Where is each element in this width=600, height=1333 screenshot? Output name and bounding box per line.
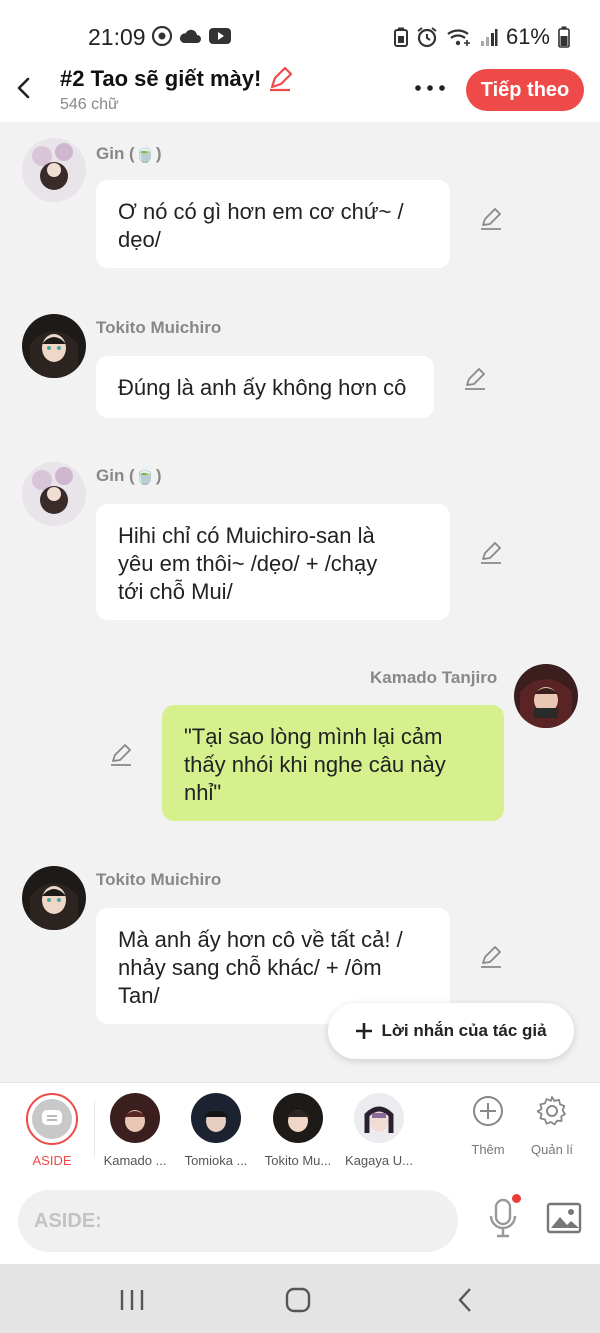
character-label: Kagaya U...: [345, 1153, 413, 1168]
sender-name: Gin (🍵): [96, 144, 162, 163]
next-button[interactable]: Tiếp theo: [466, 69, 584, 111]
avatar[interactable]: [22, 866, 86, 930]
more-options-icon[interactable]: [412, 76, 448, 100]
battery-icon: [558, 26, 570, 48]
character-tokito[interactable]: Tokito Mu...: [261, 1093, 335, 1168]
battery-saver-icon: [393, 27, 408, 47]
status-time: 21:09: [88, 24, 146, 50]
message-bubble[interactable]: Hihi chỉ có Muichiro-san là yêu em thôi~…: [96, 504, 450, 620]
avatar[interactable]: [22, 462, 86, 526]
edit-title-icon[interactable]: [267, 66, 293, 92]
youtube-icon: [208, 27, 232, 45]
avatar: [110, 1093, 160, 1143]
sender-name: Tokito Muichiro: [96, 870, 222, 889]
add-character-button[interactable]: Thêm: [456, 1095, 520, 1157]
character-label: Kamado ...: [103, 1153, 167, 1168]
gear-icon: [536, 1095, 568, 1127]
page-title: #2 Tao sẽ giết mày!: [60, 66, 262, 91]
manage-button[interactable]: Quản lí: [520, 1095, 584, 1157]
avatar: [191, 1093, 241, 1143]
avatar: [273, 1093, 323, 1143]
edit-message-icon[interactable]: [478, 206, 504, 232]
chat-bubble-icon: [41, 1109, 63, 1129]
system-nav-bar: [0, 1264, 600, 1333]
back-arrow-icon[interactable]: [12, 74, 36, 102]
message-bubble[interactable]: Đúng là anh ấy không hơn cô: [96, 356, 434, 418]
home-icon[interactable]: [284, 1286, 312, 1314]
microphone-icon[interactable]: [488, 1198, 518, 1238]
recording-dot: [512, 1194, 521, 1203]
author-note-button[interactable]: Lời nhắn của tác giả: [328, 1003, 574, 1059]
sender-name: Tokito Muichiro: [96, 318, 222, 337]
divider: [94, 1101, 95, 1157]
chapter-header: #2 Tao sẽ giết mày! 546 chữ Tiếp theo: [0, 62, 600, 122]
author-note-label: Lời nhắn của tác giả: [381, 1021, 547, 1040]
recent-apps-icon[interactable]: [118, 1286, 146, 1314]
aside-label: ASIDE: [32, 1153, 72, 1168]
edit-message-icon[interactable]: [462, 366, 488, 392]
character-tomioka[interactable]: Tomioka ...: [179, 1093, 253, 1168]
aside-button[interactable]: [26, 1093, 78, 1145]
word-count: 546 chữ: [60, 96, 119, 113]
wifi-icon: [446, 27, 472, 47]
cloud-icon: [178, 27, 202, 45]
avatar: [354, 1093, 404, 1143]
edit-message-icon[interactable]: [478, 944, 504, 970]
avatar[interactable]: [514, 664, 578, 728]
status-right-icons: 61%: [393, 24, 570, 50]
plus-icon: [355, 1022, 373, 1040]
chapter-title-row[interactable]: #2 Tao sẽ giết mày!: [60, 66, 293, 92]
avatar[interactable]: [22, 138, 86, 202]
character-label: Tomioka ...: [184, 1153, 248, 1168]
message-bubble[interactable]: "Tại sao lòng mình lại cảm thấy nhói khi…: [162, 705, 504, 821]
character-bar: ASIDE Kamado ... Tomioka ... Tokito Mu..…: [0, 1082, 600, 1178]
chat-area: Gin (🍵) Ơ nó có gì hơn em cơ chứ~ / dẹo/…: [0, 122, 600, 1082]
character-kagaya[interactable]: Kagaya U...: [342, 1093, 416, 1168]
chrome-icon: [152, 26, 172, 46]
sender-name: Kamado Tanjiro: [370, 668, 498, 687]
battery-percent: 61%: [505, 24, 550, 49]
character-kamado[interactable]: Kamado ...: [98, 1093, 172, 1168]
add-circle-icon: [472, 1095, 504, 1127]
edit-message-icon[interactable]: [478, 540, 504, 566]
message-bubble[interactable]: Ơ nó có gì hơn em cơ chứ~ / dẹo/: [96, 180, 450, 268]
input-bar: [0, 1178, 600, 1264]
image-icon[interactable]: [546, 1202, 582, 1234]
back-icon[interactable]: [452, 1286, 480, 1314]
message-input[interactable]: [18, 1190, 458, 1252]
avatar[interactable]: [22, 314, 86, 378]
character-label: Tokito Mu...: [264, 1153, 332, 1168]
alarm-icon: [416, 26, 438, 48]
manage-label: Quản lí: [531, 1142, 573, 1157]
sender-name: Gin (🍵): [96, 466, 162, 485]
edit-message-icon[interactable]: [108, 742, 134, 768]
signal-icon: [480, 28, 498, 46]
status-left-icons: [152, 26, 232, 46]
status-bar: 21:09 61%: [0, 0, 600, 62]
add-label: Thêm: [471, 1142, 505, 1157]
